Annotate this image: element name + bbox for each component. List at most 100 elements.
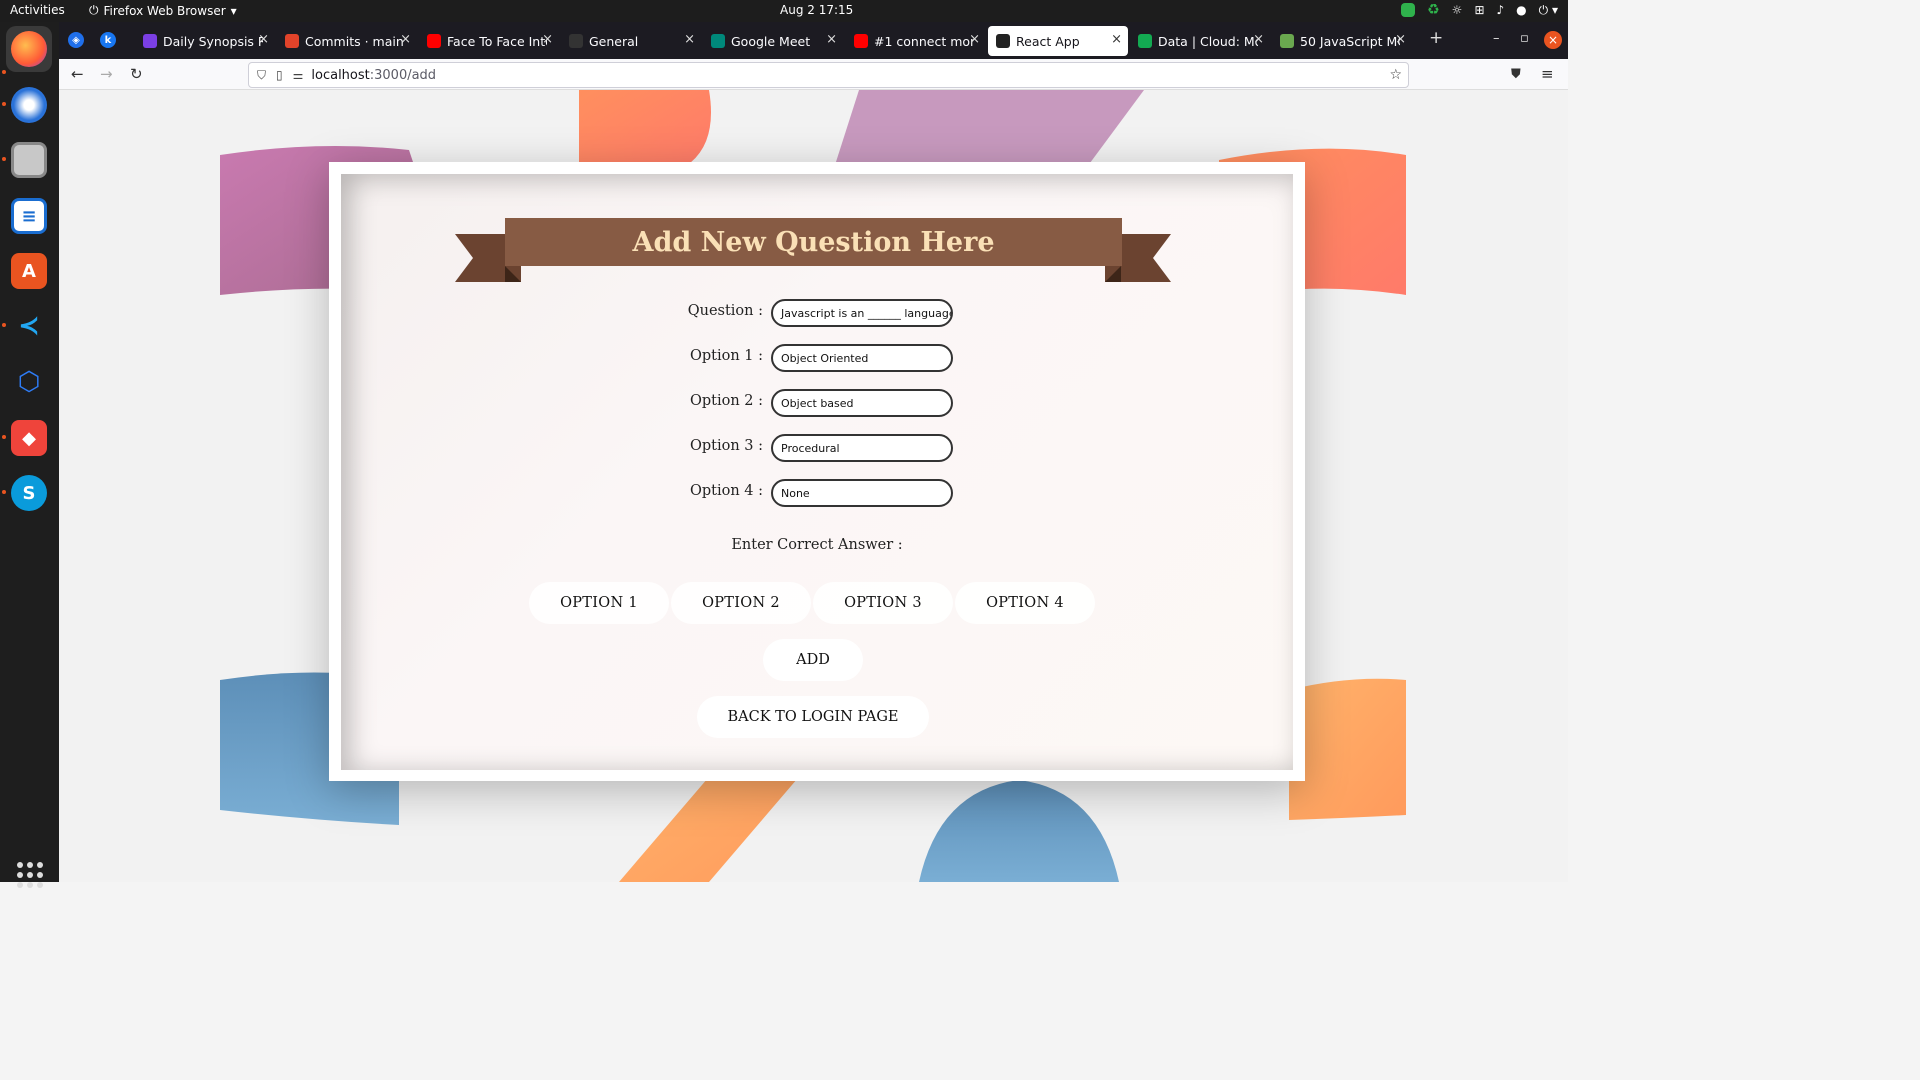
option-1-input[interactable]: Object Oriented	[771, 344, 953, 372]
tab-close-icon[interactable]: ×	[400, 32, 411, 47]
browser-tab[interactable]: Face To Face Inter ×	[419, 26, 559, 56]
dock-writer[interactable]: ≡	[6, 193, 52, 239]
option-3-label: Option 3 :	[689, 438, 763, 454]
dock-skype[interactable]: S	[6, 470, 52, 516]
power-icon[interactable]: ⏻ ▾	[1539, 3, 1558, 18]
tab-close-icon[interactable]: ×	[969, 32, 980, 47]
tab-title: Data | Cloud: Mon	[1158, 33, 1258, 49]
browser-tab[interactable]: 50 JavaScript MC ×	[1272, 26, 1412, 56]
running-indicator	[2, 323, 6, 327]
tab-favicon-icon	[285, 34, 299, 48]
menu-icon[interactable]: ≡	[1541, 65, 1554, 83]
minimize-button[interactable]: –	[1493, 31, 1500, 46]
dock-compass[interactable]: ⬡	[6, 359, 52, 405]
app-center-icon: A	[11, 253, 47, 289]
dock-anydesk[interactable]: ◆	[6, 415, 52, 461]
answer-option-2-button[interactable]: OPTION 2	[671, 582, 811, 624]
dock-files[interactable]	[6, 137, 52, 183]
system-tray[interactable]: ♻ ☼ ⊞ ♪ ● ⏻ ▾	[1401, 2, 1558, 18]
vscode-icon: ≺	[11, 308, 47, 344]
reload-icon[interactable]: ↻	[130, 65, 143, 83]
tab-bar: ◈ k Daily Synopsis Re × Commits · main · ×…	[59, 22, 1568, 59]
tab-favicon-icon	[854, 34, 868, 48]
shield-icon[interactable]: ⛉	[257, 68, 266, 83]
option-2-input[interactable]: Object based	[771, 389, 953, 417]
caret-down-icon: ▾	[230, 3, 237, 18]
tab-favicon-icon	[711, 34, 725, 48]
tab-favicon-icon	[996, 34, 1010, 48]
tab-close-icon[interactable]: ×	[826, 32, 837, 47]
dock-firefox[interactable]	[6, 26, 52, 72]
browser-tab[interactable]: Data | Cloud: Mon×	[1130, 26, 1270, 56]
permissions-icon[interactable]: ⚌	[293, 68, 304, 82]
restore-button[interactable]: ▫	[1520, 31, 1529, 46]
running-indicator	[2, 435, 6, 439]
url-bar[interactable]: ⛉ ▯ ⚌ localhost:3000/add ☆	[248, 62, 1409, 88]
microphone-icon[interactable]: ●	[1516, 3, 1526, 17]
anydesk-icon: ◆	[11, 420, 47, 456]
question-label: Question :	[687, 303, 763, 319]
option-row: Option 2 : Object based	[341, 389, 1293, 419]
option-4-input[interactable]: None	[771, 479, 953, 507]
option-3-input[interactable]: Procedural	[771, 434, 953, 462]
tab-close-icon[interactable]: ×	[542, 32, 553, 47]
pinned-tab-icon[interactable]: ◈	[68, 32, 84, 48]
browser-tab[interactable]: #1 connect mong×	[846, 26, 986, 56]
firefox-small-icon: ⏻	[89, 3, 99, 17]
option-row: Option 4 : None	[341, 479, 1293, 509]
back-arrow-icon[interactable]: ←	[71, 65, 84, 83]
close-window-button[interactable]: ×	[1544, 31, 1562, 49]
clock[interactable]: Aug 2 17:15	[780, 3, 853, 17]
new-tab-button[interactable]: +	[1429, 28, 1443, 48]
correct-answer-label: Enter Correct Answer :	[731, 537, 903, 553]
answer-option-4-button[interactable]: OPTION 4	[955, 582, 1095, 624]
skype-icon: S	[11, 475, 47, 511]
browser-tab[interactable]: Google Meet ×	[703, 26, 843, 56]
tab-title: 50 JavaScript MC	[1300, 33, 1400, 49]
option-1-label: Option 1 :	[689, 348, 763, 364]
tab-title: General	[589, 33, 639, 49]
dock-software[interactable]: A	[6, 248, 52, 294]
browser-tab[interactable]: Commits · main · ×	[277, 26, 417, 56]
pocket-icon[interactable]: ⛊	[1511, 67, 1521, 82]
volume-icon[interactable]: ♪	[1497, 3, 1505, 17]
browser-tab[interactable]: Daily Synopsis Re ×	[135, 26, 275, 56]
browser-tab[interactable]: React App ×	[988, 26, 1128, 56]
browser-tab[interactable]: General ×	[561, 26, 701, 56]
back-to-login-button[interactable]: BACK TO LOGIN PAGE	[697, 696, 929, 738]
activities-button[interactable]: Activities	[10, 3, 65, 17]
tab-title: Face To Face Inter	[447, 33, 547, 49]
answer-option-1-button[interactable]: OPTION 1	[529, 582, 669, 624]
brightness-icon[interactable]: ☼	[1452, 3, 1463, 17]
pinned-tab-icon[interactable]: k	[100, 32, 116, 48]
tab-close-icon[interactable]: ×	[684, 32, 695, 47]
compass-icon: ⬡	[11, 364, 47, 400]
dock-vscode[interactable]: ≺	[6, 303, 52, 349]
option-4-label: Option 4 :	[689, 483, 763, 499]
update-indicator-icon[interactable]	[1401, 3, 1416, 17]
system-top-bar: Activities ⏻ Firefox Web Browser ▾ Aug 2…	[0, 0, 1568, 22]
forward-arrow-icon[interactable]: →	[100, 65, 113, 83]
option-2-label: Option 2 :	[689, 393, 763, 409]
tab-close-icon[interactable]: ×	[1395, 32, 1406, 47]
tab-favicon-icon	[427, 34, 441, 48]
tab-close-icon[interactable]: ×	[1253, 32, 1264, 47]
libreoffice-writer-icon: ≡	[11, 198, 47, 234]
tab-close-icon[interactable]: ×	[258, 32, 269, 47]
question-input[interactable]: Javascript is an ______ language?	[771, 299, 953, 327]
answer-option-3-button[interactable]: OPTION 3	[813, 582, 953, 624]
tab-close-icon[interactable]: ×	[1111, 32, 1122, 47]
tab-favicon-icon	[1280, 34, 1294, 48]
files-icon	[11, 142, 47, 178]
question-row: Question : Javascript is an ______ langu…	[341, 299, 1293, 329]
show-apps-icon[interactable]	[17, 862, 43, 888]
dock-thunderbird[interactable]	[6, 82, 52, 128]
network-icon[interactable]: ⊞	[1474, 3, 1484, 17]
option-row: Option 3 : Procedural	[341, 434, 1293, 464]
app-menu[interactable]: ⏻ Firefox Web Browser ▾	[89, 3, 237, 18]
bookmark-star-icon[interactable]: ☆	[1389, 67, 1402, 83]
url-path: :3000/add	[369, 67, 437, 83]
sync-icon[interactable]: ♻	[1427, 2, 1440, 18]
running-indicator	[2, 157, 6, 161]
add-button[interactable]: ADD	[763, 639, 863, 681]
